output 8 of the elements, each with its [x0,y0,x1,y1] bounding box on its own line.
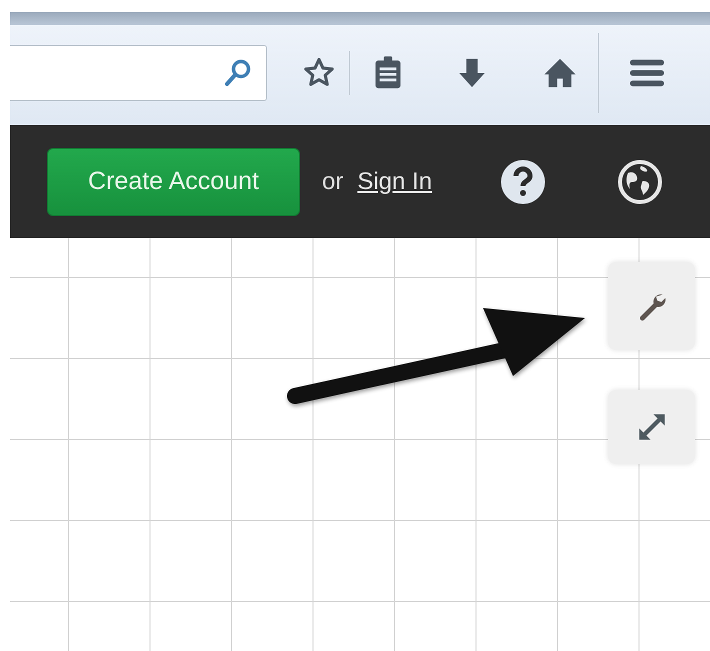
fullscreen-button[interactable] [608,390,695,464]
search-field[interactable] [10,45,267,101]
search-icon [224,58,252,88]
sign-in-link[interactable]: Sign In [357,168,432,196]
help-icon[interactable] [500,158,546,204]
settings-button[interactable] [608,262,695,350]
globe-icon[interactable] [617,158,664,204]
or-text: or [322,168,344,196]
